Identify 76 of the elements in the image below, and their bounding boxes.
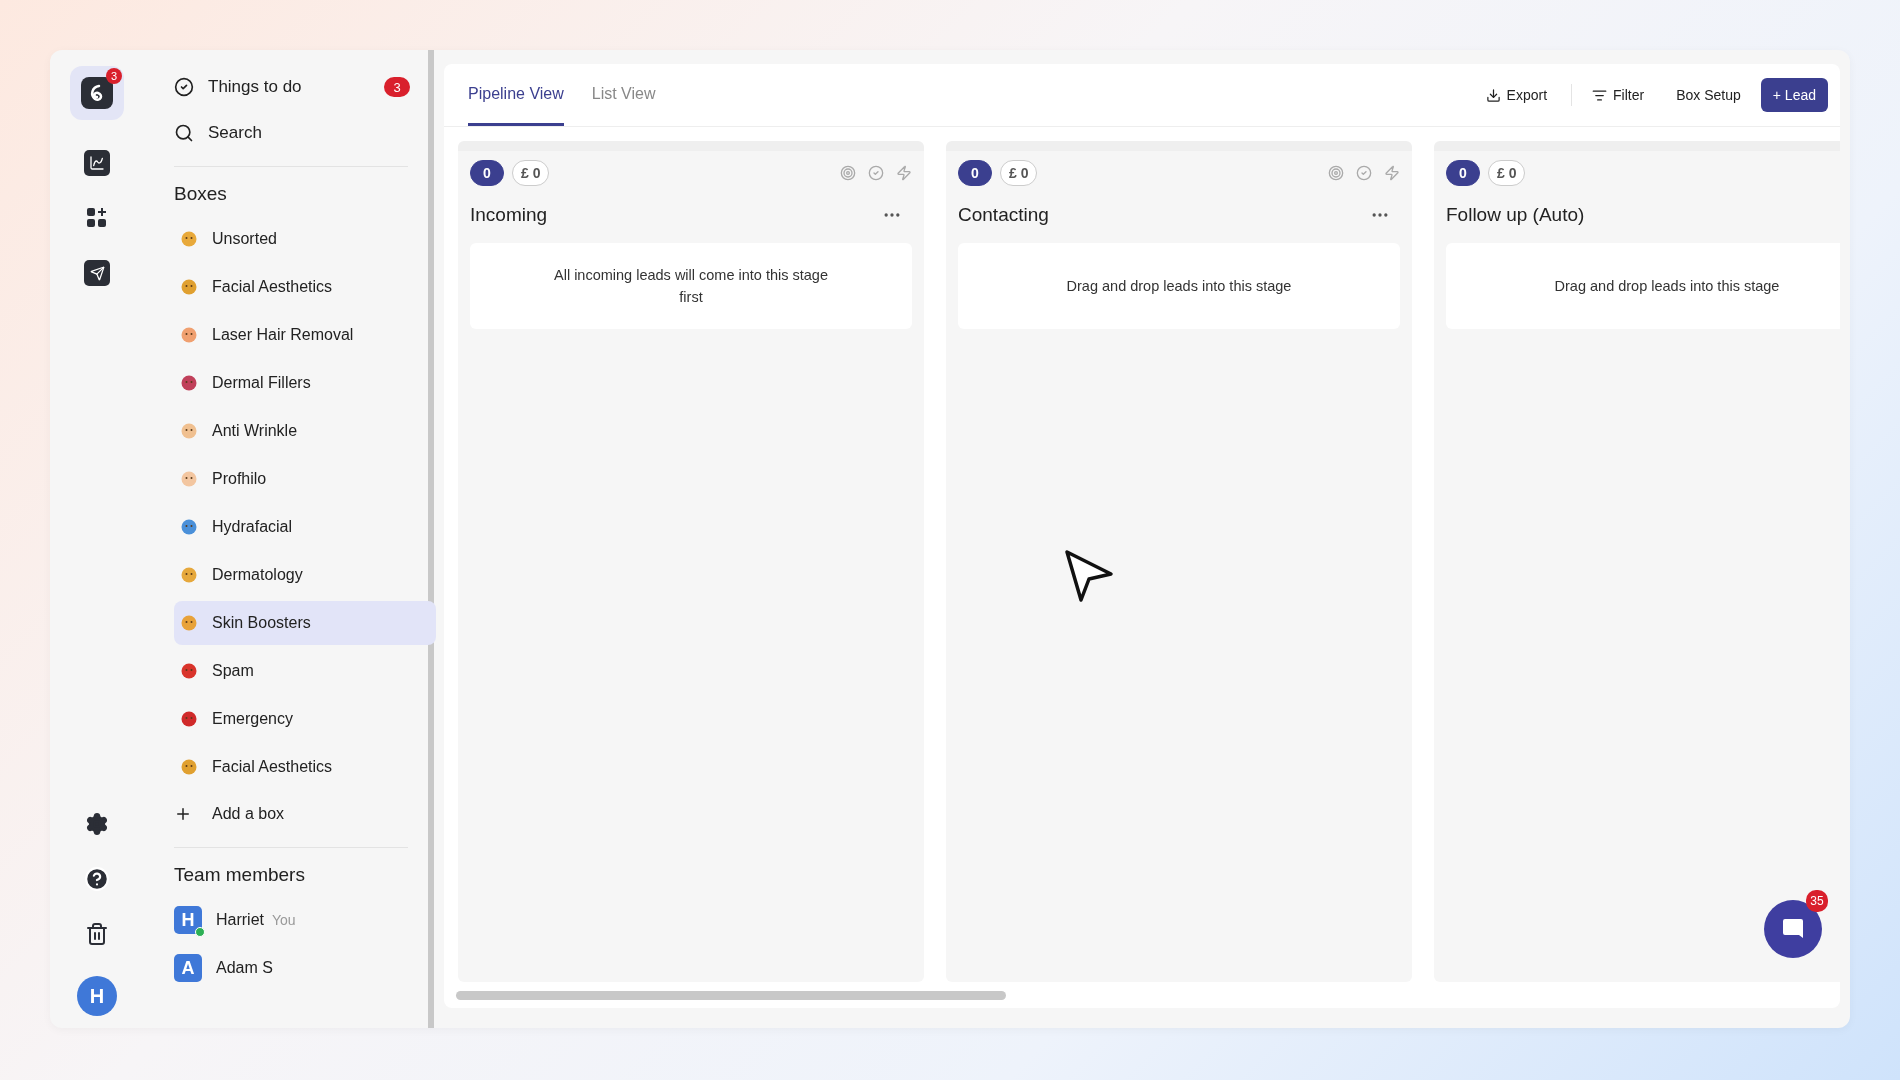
filter-icon	[1592, 87, 1608, 103]
box-label: Laser Hair Removal	[212, 326, 354, 344]
add-box-item[interactable]: Add a box	[174, 791, 428, 837]
box-item[interactable]: Laser Hair Removal	[174, 313, 436, 357]
boxes-heading: Boxes	[174, 183, 228, 205]
box-item[interactable]: Unsorted	[174, 217, 436, 261]
member-row[interactable]: H Harriet You	[174, 896, 428, 944]
you-tag: You	[272, 912, 296, 928]
box-label: Unsorted	[212, 230, 277, 248]
view-tab[interactable]: List View	[591, 64, 656, 126]
member-row[interactable]: A Adam S	[174, 944, 428, 992]
box-label: Dermal Fillers	[212, 374, 311, 392]
check-circle-icon[interactable]	[868, 165, 884, 181]
box-label: Emergency	[212, 710, 293, 728]
box-label: Anti Wrinkle	[212, 422, 298, 440]
plus-icon	[174, 805, 192, 823]
box-label: Facial Aesthetics	[212, 278, 333, 296]
export-button[interactable]: Export	[1473, 78, 1560, 112]
team-heading: Team members	[174, 864, 306, 886]
send-icon[interactable]	[84, 260, 110, 286]
search-icon	[174, 123, 194, 143]
box-item[interactable]: Facial Aesthetics	[174, 265, 436, 309]
help-icon[interactable]	[84, 866, 110, 892]
check-circle-icon[interactable]	[1356, 165, 1372, 181]
box-label: Hydrafacial	[212, 518, 293, 536]
box-setup-button[interactable]: Box Setup	[1664, 78, 1753, 112]
stage-value: £ 0	[512, 160, 550, 186]
chart-icon[interactable]	[84, 150, 110, 176]
user-avatar[interactable]: H	[77, 976, 117, 1016]
lead-count: 0	[958, 160, 992, 186]
stage-title: Incoming	[470, 204, 548, 226]
box-item[interactable]: Profhilo	[174, 457, 436, 501]
box-label: Dermatology	[212, 566, 303, 584]
notification-badge: 3	[106, 68, 122, 84]
search-label: Search	[208, 123, 262, 143]
box-item[interactable]: Anti Wrinkle	[174, 409, 436, 453]
lead-count: 0	[1446, 160, 1480, 186]
scrollbar-thumb[interactable]	[456, 990, 1006, 1000]
empty-stage-hint: All incoming leads will come into this stage first	[470, 243, 912, 329]
box-item[interactable]: Dermatology	[174, 553, 436, 597]
check-circle-icon	[174, 77, 194, 97]
box-item[interactable]: Facial Aesthetics	[174, 745, 436, 789]
empty-stage-hint: Drag and drop leads into this stage	[1446, 243, 1840, 329]
box-item[interactable]: Emergency	[174, 697, 436, 741]
box-item[interactable]: Dermal Fillers	[174, 361, 436, 405]
count-badge: 3	[384, 77, 410, 97]
box-item[interactable]: Hydrafacial	[174, 505, 436, 549]
filter-button[interactable]: Filter	[1580, 78, 1657, 112]
member-avatar: A	[174, 954, 202, 982]
stage-value: £ 0	[1488, 160, 1526, 186]
stage-value: £ 0	[1000, 160, 1038, 186]
box-label: Skin Boosters	[212, 614, 311, 632]
trash-icon[interactable]	[85, 922, 109, 946]
view-tab[interactable]: Pipeline View	[468, 64, 564, 126]
box-label: Spam	[212, 662, 254, 680]
box-label: Facial Aesthetics	[212, 758, 333, 776]
cursor-icon	[1064, 549, 1114, 603]
stage-title: Follow up (Auto)	[1446, 204, 1585, 226]
lead-count: 0	[470, 160, 504, 186]
add-box-label: Add a box	[212, 805, 285, 823]
stage-title: Contacting	[958, 204, 1049, 226]
add-widget-icon[interactable]	[85, 206, 109, 230]
things-to-do-label: Things to do	[208, 77, 302, 97]
add-lead-button[interactable]: + Lead	[1760, 78, 1828, 112]
search-item[interactable]: Search	[174, 110, 428, 156]
empty-stage-hint: Drag and drop leads into this stage	[958, 243, 1400, 329]
box-item[interactable]: Skin Boosters	[174, 601, 436, 645]
logo-button[interactable]: 3	[70, 66, 124, 120]
box-item[interactable]: Spam	[174, 649, 436, 693]
box-label: Profhilo	[212, 470, 267, 488]
download-icon	[1485, 87, 1501, 103]
member-avatar: H	[174, 906, 202, 934]
settings-icon[interactable]	[85, 812, 109, 836]
member-name: Adam S	[216, 959, 273, 977]
things-to-do-item[interactable]: Things to do 3	[174, 64, 428, 110]
member-name: Harriet	[216, 911, 264, 929]
